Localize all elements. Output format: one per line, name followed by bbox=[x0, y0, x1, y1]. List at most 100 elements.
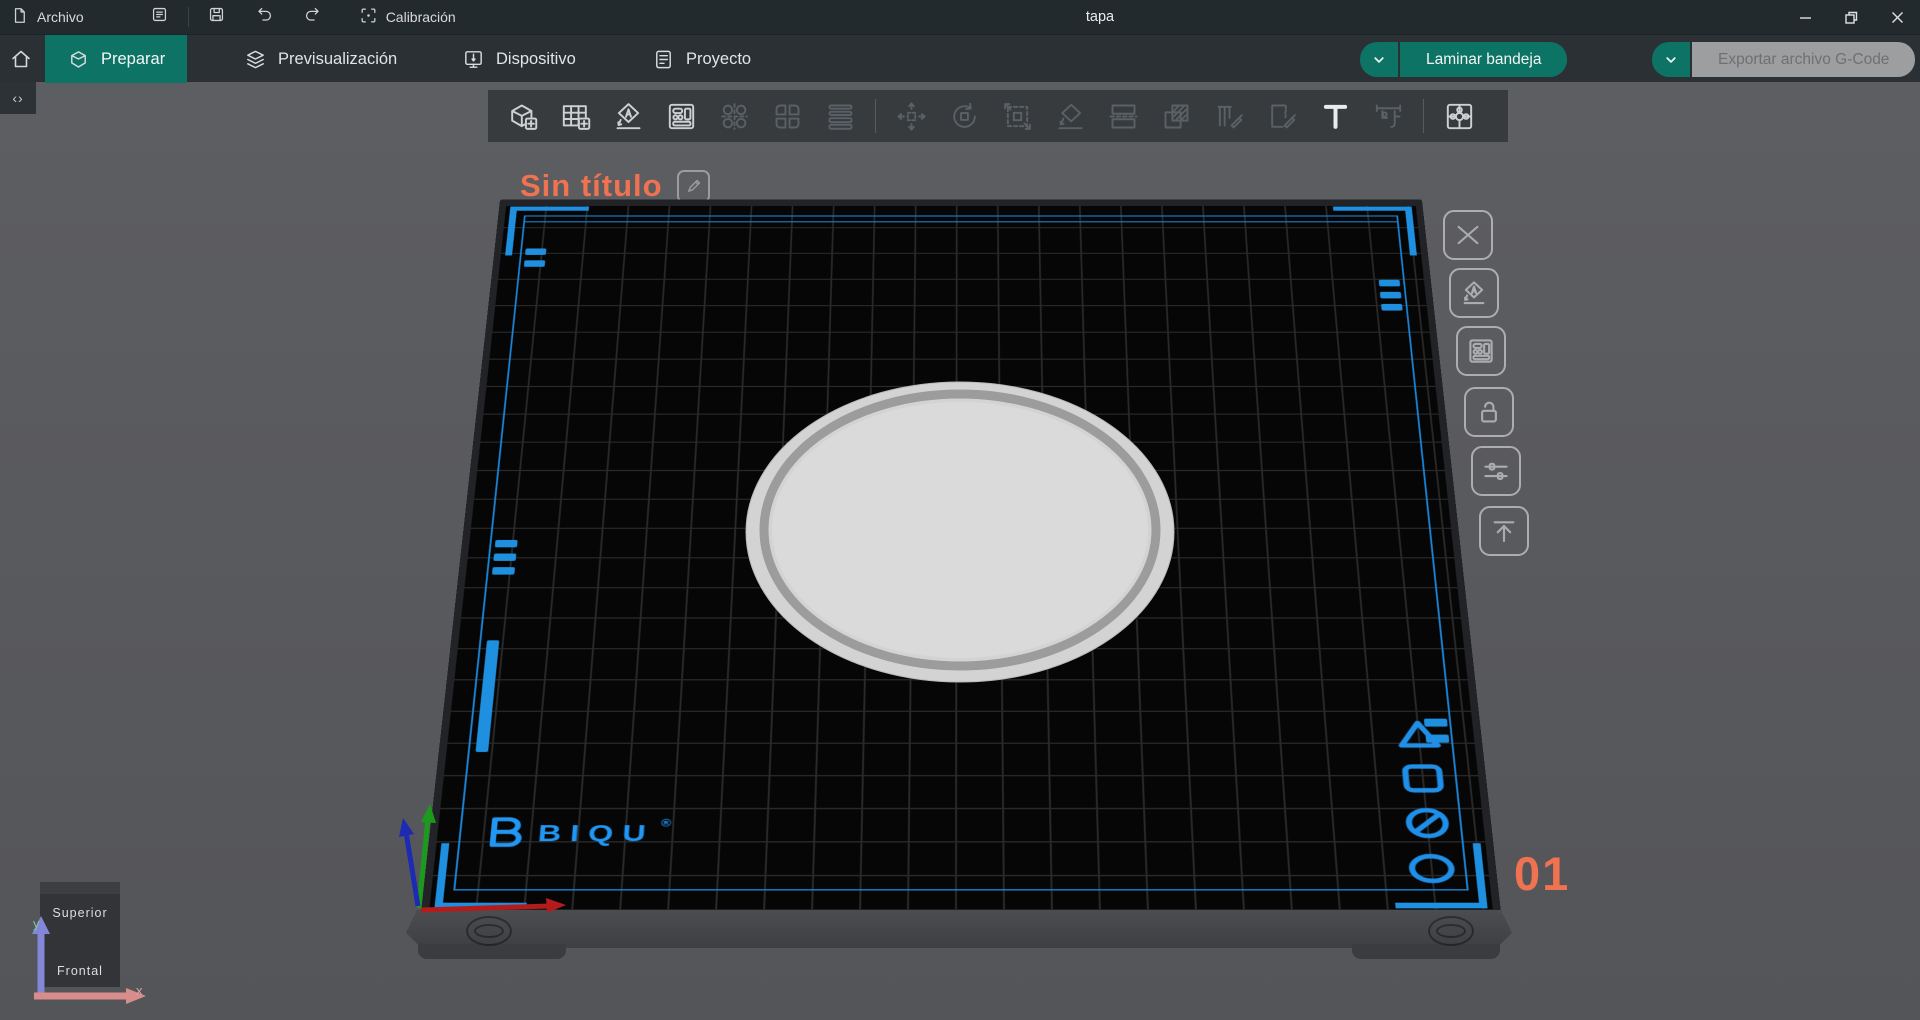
square-mark-icon bbox=[1393, 759, 1453, 797]
y-axis-arrow bbox=[421, 804, 436, 823]
export-button-label: Exportar archivo G-Code bbox=[1718, 51, 1889, 69]
add-plate-icon bbox=[559, 100, 592, 133]
close-button[interactable] bbox=[1874, 0, 1920, 34]
undo-button[interactable] bbox=[247, 0, 283, 34]
slice-dropdown-button[interactable] bbox=[1360, 42, 1398, 77]
home-button[interactable] bbox=[0, 35, 42, 83]
variable-layer-height-icon bbox=[824, 100, 857, 133]
tab-dispositivo[interactable]: Dispositivo bbox=[440, 35, 598, 83]
save-icon bbox=[207, 5, 226, 29]
delete-all-icon bbox=[1453, 220, 1483, 250]
add-plate-button[interactable] bbox=[557, 98, 593, 134]
plate-auto-orient-button[interactable] bbox=[1449, 268, 1499, 318]
split-to-objects-icon bbox=[718, 100, 751, 133]
lay-on-face-icon bbox=[1054, 100, 1087, 133]
redo-button[interactable] bbox=[295, 0, 331, 34]
chevron-down-icon bbox=[1370, 51, 1388, 69]
rotate-button bbox=[946, 98, 982, 134]
move-plate-up-button[interactable] bbox=[1479, 506, 1529, 556]
delete-all-button[interactable] bbox=[1443, 210, 1493, 260]
minimize-button[interactable] bbox=[1782, 0, 1828, 34]
home-icon bbox=[9, 47, 33, 71]
arrange-icon bbox=[1466, 336, 1496, 366]
tab-preparar[interactable]: Preparar bbox=[45, 35, 187, 83]
plate-corner-bracket bbox=[1333, 207, 1417, 256]
assembly-button[interactable] bbox=[1441, 98, 1477, 134]
plate-dash-mark bbox=[1380, 292, 1402, 299]
cut-button bbox=[1105, 98, 1141, 134]
file-icon bbox=[10, 6, 29, 28]
tab-proyecto-label: Proyecto bbox=[686, 50, 751, 69]
plate-dash-mark bbox=[524, 260, 545, 266]
restore-button[interactable] bbox=[1828, 0, 1874, 34]
tab-preparar-label: Preparar bbox=[101, 50, 165, 69]
tab-previsualizacion[interactable]: Previsualización bbox=[222, 35, 419, 83]
plate-number: 01 bbox=[1514, 846, 1570, 901]
arrow-up-to-line-icon bbox=[1489, 516, 1519, 546]
menu-calibracion[interactable]: Calibración bbox=[349, 0, 466, 34]
slice-split-button: Laminar bandeja bbox=[1360, 42, 1567, 77]
close-icon bbox=[1890, 10, 1905, 25]
variable-layer-height-button bbox=[822, 98, 858, 134]
paint-seam-button bbox=[1264, 98, 1300, 134]
toolbar-separator bbox=[1423, 99, 1424, 133]
add-model-button[interactable] bbox=[504, 98, 540, 134]
calibration-icon bbox=[359, 6, 378, 28]
arrange-button[interactable] bbox=[663, 98, 699, 134]
model-tapa[interactable] bbox=[738, 377, 1182, 689]
triangle-mark-icon bbox=[1389, 716, 1449, 753]
tab-proyecto[interactable]: Proyecto bbox=[630, 35, 773, 83]
plate-dash-mark bbox=[1381, 304, 1403, 311]
chevron-down-icon bbox=[1662, 51, 1680, 69]
rename-project-button[interactable] bbox=[677, 170, 710, 203]
z-axis-arrow bbox=[399, 818, 414, 837]
paint-support-icon bbox=[1213, 100, 1246, 133]
menu-archivo[interactable]: Archivo bbox=[0, 0, 94, 34]
export-gcode-button: Exportar archivo G-Code bbox=[1692, 42, 1915, 77]
tab-bar: Preparar Previsualización Dispositivo Pr… bbox=[0, 34, 1920, 82]
lock-plate-button[interactable] bbox=[1464, 387, 1514, 437]
split-to-objects-button bbox=[716, 98, 752, 134]
window-controls bbox=[1782, 0, 1920, 34]
stand-emblem bbox=[1428, 916, 1474, 946]
stand-foot bbox=[418, 944, 566, 959]
tab-previsualizacion-label: Previsualización bbox=[278, 50, 397, 69]
plate-settings-button[interactable] bbox=[1471, 446, 1521, 496]
object-toolbar bbox=[488, 90, 1508, 142]
scale-icon bbox=[1001, 100, 1034, 133]
cut-icon bbox=[1107, 100, 1140, 133]
plate-arrange-button[interactable] bbox=[1456, 326, 1506, 376]
no-circle-mark-icon bbox=[1397, 804, 1458, 843]
title-bar: Archivo Calibración tapa bbox=[0, 0, 1920, 34]
text-tool-icon bbox=[1319, 100, 1352, 133]
prepare-cube-icon bbox=[67, 48, 90, 71]
menu-archivo-label: Archivo bbox=[37, 9, 84, 25]
slice-button[interactable]: Laminar bandeja bbox=[1400, 42, 1567, 77]
rotate-icon bbox=[948, 100, 981, 133]
auto-orient-icon bbox=[612, 100, 645, 133]
plate-border-line-2 bbox=[523, 221, 1398, 222]
3d-viewport[interactable]: ‹› bbox=[0, 82, 1920, 1020]
nav-axis-x bbox=[30, 984, 150, 1008]
split-to-parts-button bbox=[769, 98, 805, 134]
plate-dash-mark bbox=[525, 248, 546, 254]
restore-icon bbox=[1844, 10, 1859, 25]
nav-axis-y-label: y bbox=[33, 916, 40, 931]
lay-on-face-button bbox=[1052, 98, 1088, 134]
sidebar-collapse-toggle[interactable]: ‹› bbox=[0, 82, 36, 114]
paint-support-button bbox=[1211, 98, 1247, 134]
plate-dash-mark bbox=[492, 567, 515, 574]
origin-axes bbox=[390, 800, 590, 926]
move-icon bbox=[895, 100, 928, 133]
mesh-boolean-button bbox=[1158, 98, 1194, 134]
tab-dispositivo-label: Dispositivo bbox=[496, 50, 576, 69]
nav-axis-x-label: x bbox=[136, 983, 143, 998]
notes-button[interactable] bbox=[142, 0, 178, 34]
export-dropdown-button[interactable] bbox=[1652, 42, 1690, 77]
save-button[interactable] bbox=[199, 0, 235, 34]
minimize-icon bbox=[1798, 10, 1813, 25]
x-axis-arrow bbox=[546, 898, 566, 913]
preview-layers-icon bbox=[244, 48, 267, 71]
auto-orient-button[interactable] bbox=[610, 98, 646, 134]
text-tool-button[interactable] bbox=[1317, 98, 1353, 134]
